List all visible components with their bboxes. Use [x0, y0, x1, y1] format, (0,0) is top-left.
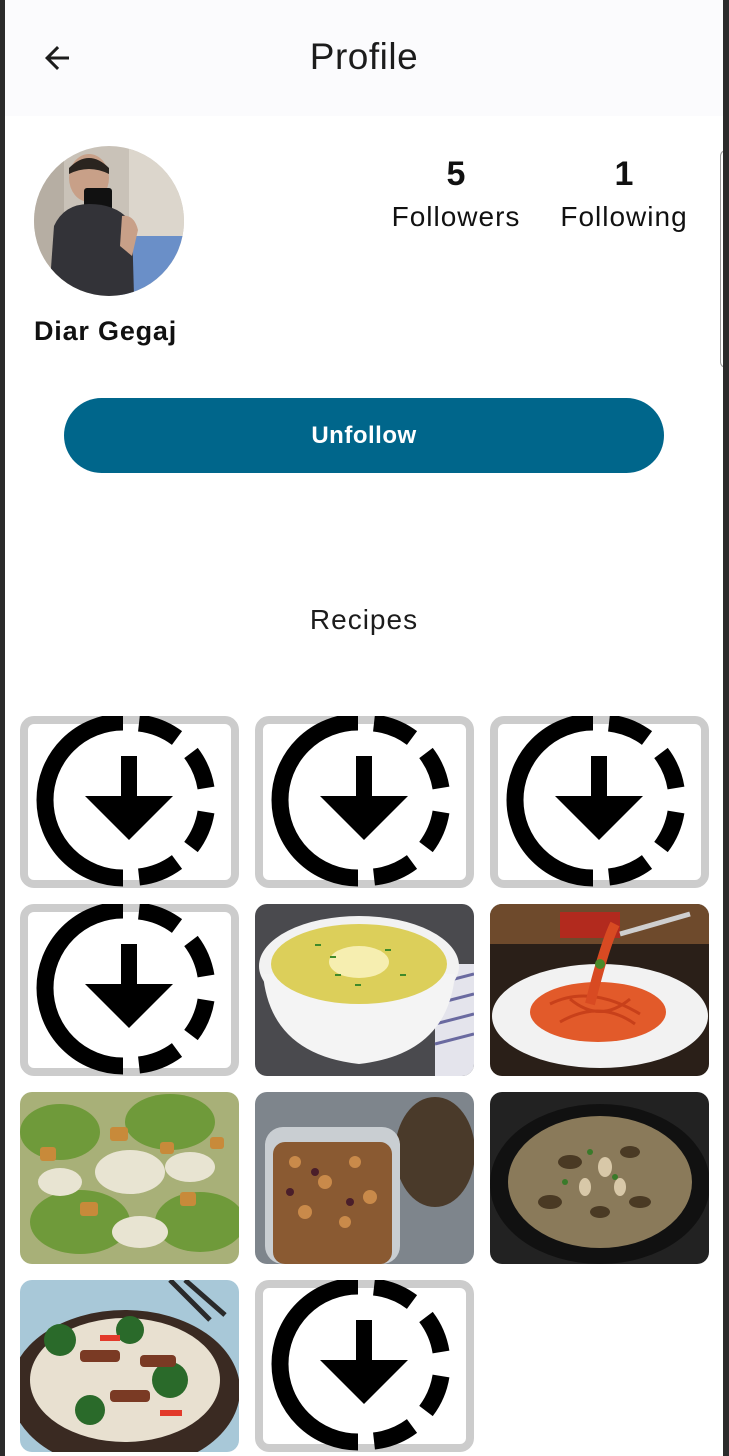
avatar [34, 146, 184, 296]
unfollow-button[interactable]: Unfollow [64, 398, 664, 473]
recipes-section-title: Recipes [309, 604, 419, 635]
download-loading-icon [255, 1280, 474, 1452]
download-loading-icon [490, 716, 709, 888]
recipe-tile-loading[interactable] [490, 716, 709, 888]
followers-label: Followers [391, 201, 521, 232]
recipe-tile-loading[interactable] [20, 904, 239, 1076]
scroll-indicator [720, 150, 723, 368]
following-label: Following [560, 201, 688, 232]
followers-count: 5 [446, 155, 466, 193]
download-loading-icon [255, 716, 474, 888]
recipe-tile-loading[interactable] [255, 716, 474, 888]
download-loading-icon [20, 716, 239, 888]
profile-name: Diar Gegaj [34, 316, 178, 346]
page-title: Profile [309, 36, 419, 77]
recipe-tile-loading[interactable] [255, 1280, 474, 1452]
app-bar: Profile [5, 0, 723, 116]
recipe-tile-granola[interactable] [255, 1092, 474, 1264]
followers-stat[interactable]: 5 Followers [383, 154, 529, 234]
following-count: 1 [614, 155, 634, 193]
download-loading-icon [20, 904, 239, 1076]
profile-screen: Profile Diar Gegaj 5 Followers 1 Followi… [5, 0, 723, 1456]
following-stat[interactable]: 1 Following [551, 154, 697, 234]
recipe-tile-stir-fry[interactable] [20, 1280, 239, 1452]
recipe-tile-risotto[interactable] [490, 1092, 709, 1264]
recipe-tile-caesar-salad[interactable] [20, 1092, 239, 1264]
recipe-tile-soup[interactable] [255, 904, 474, 1076]
recipe-tile-spaghetti[interactable] [490, 904, 709, 1076]
recipe-tile-loading[interactable] [20, 716, 239, 888]
